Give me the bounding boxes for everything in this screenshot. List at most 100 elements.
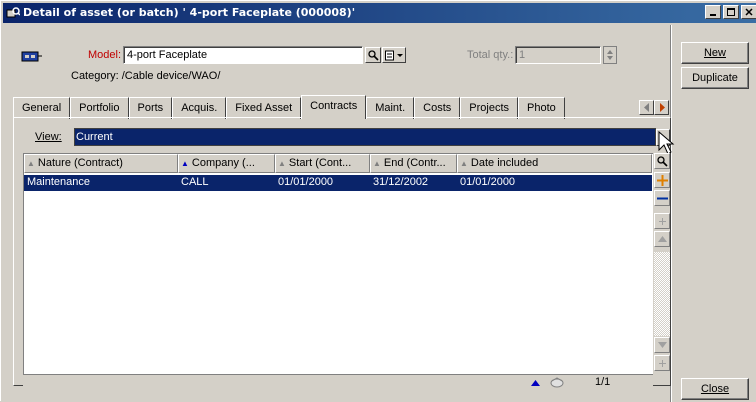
contracts-table: ▲ Nature (Contract) ▲ Company (... ▲ Start … <box>23 153 653 375</box>
sort-ascending-icon: ▲ <box>181 159 189 168</box>
tab-label: Costs <box>423 102 452 114</box>
new-label: New <box>703 47 726 59</box>
tab-label: Ports <box>137 102 164 114</box>
add-row-button[interactable] <box>654 172 670 188</box>
magnifier-icon <box>657 156 668 167</box>
tab-acquis[interactable]: Acquis. <box>172 97 227 119</box>
duplicate-label: Duplicate <box>692 72 738 84</box>
vertical-scrollbar[interactable] <box>654 252 670 336</box>
refresh-icon <box>550 377 564 388</box>
remove-row-button[interactable] <box>654 190 670 206</box>
tab-scroll-right-button[interactable] <box>654 100 669 115</box>
window-controls <box>703 5 756 19</box>
column-header-date-included[interactable]: ▲ Date included <box>457 154 652 173</box>
tab-scroll-left-button[interactable] <box>639 100 654 115</box>
maximize-button[interactable] <box>723 5 739 19</box>
spin-arrows-icon <box>607 50 613 60</box>
close-label: Close <box>700 383 730 395</box>
new-button[interactable]: New <box>681 42 749 64</box>
pager-text: 1/1 <box>595 376 611 388</box>
arrow-left-icon <box>644 103 649 112</box>
column-label: Date included <box>470 157 539 169</box>
plus-small-icon <box>659 218 666 225</box>
asset-detail-window: Detail of asset (or batch) ' 4-port Face… <box>0 0 756 402</box>
model-search-button[interactable] <box>365 47 381 63</box>
tab-label: General <box>22 102 62 114</box>
table-search-button[interactable] <box>654 153 670 169</box>
view-value: Current <box>76 131 113 143</box>
tab-label: Projects <box>469 102 510 114</box>
tab-photo[interactable]: Photo <box>518 97 565 119</box>
tab-label: Maint. <box>375 102 406 114</box>
tab-maint[interactable]: Maint. <box>366 97 415 119</box>
cell-start: 01/01/2000 <box>278 176 334 188</box>
sort-indicator-icon: ▲ <box>27 159 35 168</box>
tab-ports[interactable]: Ports <box>128 97 173 119</box>
view-selector[interactable]: Current <box>74 128 656 146</box>
faceplate-icon <box>21 51 42 62</box>
minus-icon <box>657 197 668 200</box>
column-header-end[interactable]: ▲ End (Contr... <box>370 154 457 173</box>
total-qty-field: 1 <box>515 46 601 64</box>
refresh-button[interactable] <box>547 375 567 390</box>
tab-label: Photo <box>527 102 556 114</box>
minimize-button[interactable] <box>705 5 721 19</box>
expand-button[interactable] <box>654 213 670 229</box>
cell-date-included: 01/01/2000 <box>460 176 516 188</box>
tab-contracts[interactable]: Contracts <box>301 95 367 119</box>
cell-nature: Maintenance <box>27 176 90 188</box>
category-text: Category: /Cable device/WAO/ <box>71 70 221 82</box>
model-list-button[interactable] <box>382 47 406 63</box>
column-header-start[interactable]: ▲ Start (Cont... <box>275 154 370 173</box>
minimize-icon <box>710 14 716 16</box>
model-label: Model: <box>88 49 122 61</box>
plus-icon <box>657 175 668 186</box>
tab-label: Contracts <box>310 100 358 112</box>
sort-indicator-icon: ▲ <box>373 159 381 168</box>
sort-ascending-icon <box>531 380 540 386</box>
column-label: Start (Cont... <box>288 157 352 169</box>
view-label: View: <box>35 131 62 143</box>
title-bar[interactable]: Detail of asset (or batch) ' 4-port Face… <box>3 3 756 23</box>
tab-label: Acquis. <box>181 102 218 114</box>
tab-label: Portfolio <box>79 102 120 114</box>
tab-general[interactable]: General <box>13 97 71 119</box>
tab-label: Fixed Asset <box>235 102 293 114</box>
scroll-up-button[interactable] <box>654 231 670 247</box>
arrow-up-icon <box>658 236 667 242</box>
arrow-down-icon <box>658 342 667 348</box>
tab-scroll-arrows <box>639 100 669 116</box>
table-side-toolbar <box>654 153 670 375</box>
cell-end: 31/12/2002 <box>373 176 429 188</box>
duplicate-button[interactable]: Duplicate <box>681 67 749 89</box>
asset-detail-icon <box>6 7 20 18</box>
qty-spinner <box>603 46 617 64</box>
column-label: Nature (Contract) <box>37 157 123 169</box>
sort-indicator-icon: ▲ <box>460 159 468 168</box>
column-header-nature[interactable]: ▲ Nature (Contract) <box>24 154 178 173</box>
close-button[interactable]: Close <box>681 378 749 400</box>
table-header: ▲ Nature (Contract) ▲ Company (... ▲ Start … <box>24 154 652 173</box>
sort-indicator-icon: ▲ <box>278 159 286 168</box>
column-label: Company (... <box>191 157 255 169</box>
close-window-button[interactable] <box>741 5 756 19</box>
collapse-button[interactable] <box>654 355 670 371</box>
model-field[interactable]: 4-port Faceplate <box>123 46 363 64</box>
view-dropdown-button[interactable] <box>656 129 675 155</box>
tab-fixed-asset[interactable]: Fixed Asset <box>226 97 302 119</box>
arrow-right-icon <box>660 103 665 112</box>
tab-portfolio[interactable]: Portfolio <box>70 97 129 119</box>
window-title: Detail of asset (or batch) ' 4-port Face… <box>23 6 356 19</box>
tab-strip: General Portfolio Ports Acquis. Fixed As… <box>13 95 565 119</box>
list-dropdown-icon <box>385 50 403 61</box>
tab-costs[interactable]: Costs <box>414 97 461 119</box>
plus-small-icon <box>659 360 666 367</box>
total-qty-label: Total qty.: <box>467 49 514 61</box>
column-header-company[interactable]: ▲ Company (... <box>178 154 275 173</box>
maximize-icon <box>727 8 735 16</box>
table-row[interactable]: Maintenance CALL 01/01/2000 31/12/2002 0… <box>24 175 652 191</box>
tab-projects[interactable]: Projects <box>460 97 519 119</box>
magnifier-icon <box>368 50 379 61</box>
scroll-down-button[interactable] <box>654 337 670 353</box>
column-label: End (Contr... <box>383 157 446 169</box>
